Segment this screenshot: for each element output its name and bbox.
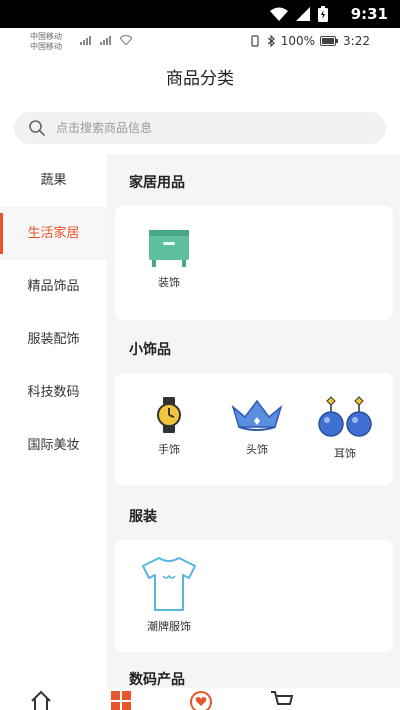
goods-item-wrist[interactable]: 手饰 xyxy=(129,395,209,457)
section-card: 装饰 xyxy=(115,206,393,320)
wifi-small-icon xyxy=(120,35,132,45)
sidebar-item-cosmetics[interactable]: 国际美妆 xyxy=(0,419,107,472)
device-status-bar: 中国移动 中国移动 100% 3:22 xyxy=(0,28,400,56)
cart-icon[interactable] xyxy=(270,690,294,710)
sidebar-item-label: 生活家居 xyxy=(27,226,80,241)
sidebar-item-label: 国际美妆 xyxy=(27,438,80,453)
page-title: 商品分类 xyxy=(166,69,234,89)
system-time: 9:31 xyxy=(350,5,388,23)
carrier-label-1: 中国移动 xyxy=(30,32,62,41)
device-status-right: 100% 3:22 xyxy=(249,34,370,48)
signal-bars-icon xyxy=(100,36,111,45)
goods-item-decoration[interactable]: 装饰 xyxy=(129,228,209,290)
crown-icon xyxy=(231,399,283,431)
goods-label: 装饰 xyxy=(158,276,180,289)
section-title: 数码产品 xyxy=(129,672,185,688)
network-icons xyxy=(80,35,132,45)
heart-icon[interactable] xyxy=(189,690,213,710)
search-icon xyxy=(29,120,45,136)
sidebar-item-apparel[interactable]: 服装配饰 xyxy=(0,313,107,366)
wifi-icon xyxy=(270,7,288,21)
search-bar[interactable] xyxy=(14,112,386,144)
cabinet-icon xyxy=(149,230,189,267)
system-icons xyxy=(270,6,328,22)
section-title: 小饰品 xyxy=(129,342,171,358)
goods-label: 潮牌服饰 xyxy=(147,620,191,633)
goods-item-earring[interactable]: 耳饰 xyxy=(305,395,385,461)
sidebar-item-home-living[interactable]: 生活家居 xyxy=(0,207,107,260)
carrier-label-2: 中国移动 xyxy=(30,42,62,51)
battery-icon xyxy=(320,36,339,46)
category-icon[interactable] xyxy=(110,690,132,710)
section-card: 手饰 头饰 耳饰 xyxy=(115,373,393,485)
goods-label: 耳饰 xyxy=(334,447,356,460)
battery-percent: 100% xyxy=(280,34,316,48)
sidebar-item-digital[interactable]: 科技数码 xyxy=(0,366,107,419)
bottom-tab-bar xyxy=(0,688,400,710)
sidebar-item-fruits-vegetables[interactable]: 蔬果 xyxy=(0,154,107,207)
watch-icon xyxy=(157,397,181,433)
sidebar-item-label: 精品饰品 xyxy=(27,279,80,294)
vibrate-icon xyxy=(251,35,259,47)
device-time: 3:22 xyxy=(343,34,370,48)
sidebar-item-label: 蔬果 xyxy=(40,173,67,188)
goods-item-headwear[interactable]: 头饰 xyxy=(217,395,297,457)
signal-bars-icon xyxy=(80,36,91,45)
category-sidebar: 蔬果 生活家居 精品饰品 服装配饰 科技数码 国际美妆 xyxy=(0,154,107,688)
sidebar-item-label: 服装配饰 xyxy=(27,332,80,347)
battery-icon xyxy=(318,6,328,22)
bluetooth-icon xyxy=(267,35,275,47)
signal-icon xyxy=(296,7,310,21)
sidebar-item-jewelry[interactable]: 精品饰品 xyxy=(0,260,107,313)
category-content: 家居用品 装饰 小饰品 手饰 头饰 耳饰 服装 潮牌服饰 数码产品 xyxy=(107,154,400,688)
home-icon[interactable] xyxy=(30,690,52,710)
search-input[interactable] xyxy=(56,112,366,144)
system-status-bar: 9:31 xyxy=(0,0,400,28)
section-title: 服装 xyxy=(129,509,157,525)
goods-label: 头饰 xyxy=(246,443,268,456)
tshirt-icon xyxy=(142,557,196,611)
header: 商品分类 xyxy=(0,56,400,102)
goods-label: 手饰 xyxy=(158,443,180,456)
earring-icon xyxy=(318,396,372,437)
goods-item-streetwear[interactable]: 潮牌服饰 xyxy=(129,554,209,634)
section-title: 家居用品 xyxy=(129,175,185,191)
section-card: 潮牌服饰 xyxy=(115,540,393,652)
sidebar-item-label: 科技数码 xyxy=(27,385,80,400)
